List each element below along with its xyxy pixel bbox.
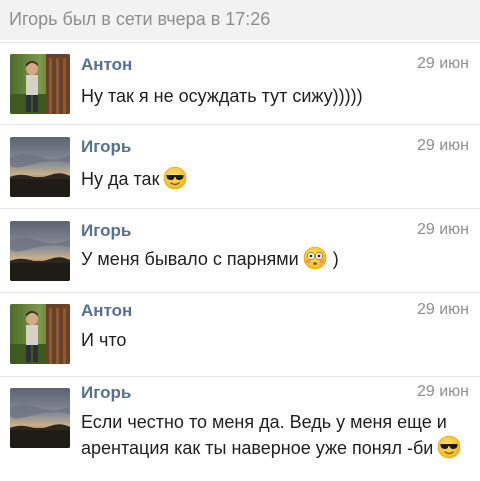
message-item[interactable]: Игорь 29 июн Ну да так (0, 124, 480, 207)
message-text: Ну так я не осуждать тут сижу))))) (81, 83, 476, 109)
message-text-line: У меня бывало с парнями) (81, 246, 476, 272)
message-text-segment: ) (332, 249, 339, 269)
flushed-emoji-icon (303, 246, 327, 270)
message-author[interactable]: Антон (81, 301, 132, 321)
message-date: 29 июн (416, 55, 469, 72)
message-text-line: Ну так я не осуждать тут сижу))))) (81, 86, 363, 106)
message-text: У меня бывало с парнями) (81, 246, 476, 272)
sunglasses-emoji-icon (163, 166, 187, 190)
last-seen-status: Игорь был в сети вчера в 17:26 (0, 0, 480, 40)
message-date: 29 июн (416, 221, 469, 238)
message-text-segment: арентация как ты наверное уже понял -би (81, 438, 434, 458)
sunglasses-emoji-icon (437, 435, 461, 459)
message-text-line: И что (81, 330, 127, 350)
message-text: Ну да так (81, 166, 476, 192)
message-date: 29 июн (416, 301, 469, 318)
message-text-line: Если честно то меня да. Ведь у меня еще … (81, 412, 447, 432)
message-text-segment: У меня бывало с парнями (81, 249, 299, 269)
message-text: Если честно то меня да. Ведь у меня еще … (81, 409, 476, 461)
anton-photo-avatar[interactable] (10, 304, 70, 364)
message-author[interactable]: Игорь (81, 383, 131, 403)
message-author[interactable]: Игорь (81, 221, 131, 241)
message-author[interactable]: Игорь (81, 137, 131, 157)
message-item[interactable]: Игорь 29 июн Если честно то меня да. Вед… (0, 376, 480, 481)
message-text-line: арентация как ты наверное уже понял -би (81, 435, 476, 461)
anton-photo-avatar[interactable] (10, 54, 70, 114)
message-text-segment: Ну да так (81, 169, 160, 189)
message-date: 29 июн (416, 137, 469, 154)
message-date: 29 июн (416, 383, 469, 400)
message-text: И что (81, 327, 476, 353)
sunset-photo-avatar[interactable] (10, 388, 70, 448)
sunset-photo-avatar[interactable] (10, 221, 70, 281)
message-item[interactable]: Антон 29 июн Ну так я не осуждать тут си… (0, 42, 480, 123)
message-text-line: Ну да так (81, 166, 476, 192)
message-author[interactable]: Антон (81, 55, 132, 75)
message-item[interactable]: Антон 29 июн И что (0, 292, 480, 375)
message-item[interactable]: Игорь 29 июн У меня бывало с парнями) (0, 208, 480, 291)
sunset-photo-avatar[interactable] (10, 137, 70, 197)
